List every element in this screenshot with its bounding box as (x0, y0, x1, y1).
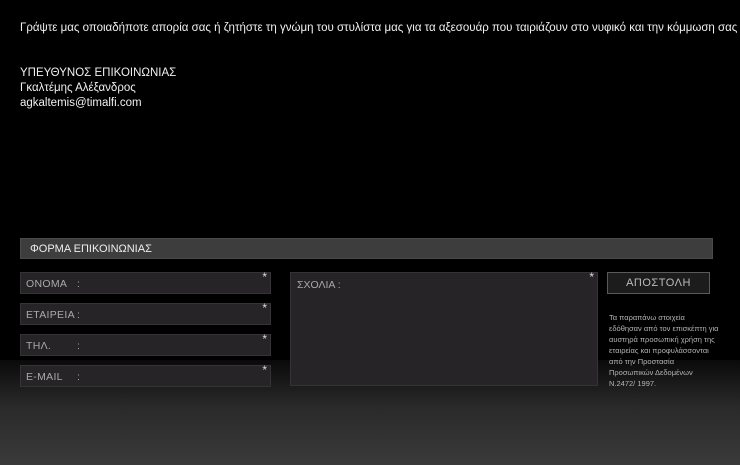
email-field-colon: : (77, 371, 80, 383)
phone-field-label: ΤΗΛ. (26, 340, 52, 352)
phone-field-colon: : (77, 340, 80, 352)
contact-role: ΥΠΕΥΘΥΝΟΣ ΕΠΙΚΟΙΝΩΝΙΑΣ (20, 67, 177, 79)
phone-field[interactable]: ΤΗΛ. : * (20, 332, 271, 356)
submit-button[interactable]: ΑΠΟΣΤΟΛΗ (607, 272, 710, 294)
required-star: * (262, 363, 267, 377)
form-header: ΦΟΡΜΑ ΕΠΙΚΟΙΝΩΝΙΑΣ (20, 238, 713, 259)
required-star: * (262, 332, 267, 346)
email-field-label: E-MAIL (26, 371, 63, 383)
comments-label: ΣΧΟΛΙΑ : (297, 279, 341, 291)
name-field-label: ΟΝΟΜΑ (26, 278, 68, 290)
form-title: ΦΟΡΜΑ ΕΠΙΚΟΙΝΩΝΙΑΣ (30, 243, 152, 255)
required-star: * (589, 270, 594, 284)
required-star: * (262, 270, 267, 284)
company-field-label: ΕΤΑΙΡΕΙΑ (26, 309, 75, 321)
company-field-colon: : (77, 309, 80, 321)
name-field-colon: : (77, 278, 80, 290)
comments-textarea[interactable]: ΣΧΟΛΙΑ : * (290, 270, 598, 386)
contact-block: ΥΠΕΥΘΥΝΟΣ ΕΠΙΚΟΙΝΩΝΙΑΣ Γκαλτέμης Αλέξανδ… (20, 66, 176, 111)
company-field[interactable]: ΕΤΑΙΡΕΙΑ : * (20, 301, 271, 325)
name-field[interactable]: ΟΝΟΜΑ : * (20, 270, 271, 294)
contact-name: Γκαλτέμης Αλέξανδρος (20, 82, 136, 94)
email-field[interactable]: E-MAIL : * (20, 363, 271, 387)
required-star: * (262, 301, 267, 315)
intro-text: Γράψτε μας οποιαδήποτε απορία σας ή ζητή… (20, 22, 740, 34)
privacy-disclaimer: Τα παραπάνω στοιχεία εδόθησαν από τον επ… (609, 313, 719, 388)
contact-email-link[interactable]: agkaltemis@timalfi.com (20, 96, 176, 111)
